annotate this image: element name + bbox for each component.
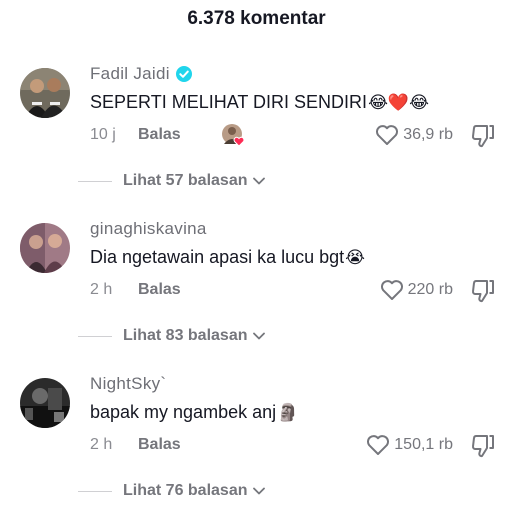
reply-button[interactable]: Balas [138,281,181,299]
thumbs-down-icon[interactable] [470,433,496,459]
view-replies-button[interactable]: Lihat 76 balasan [78,482,265,500]
avatar[interactable] [20,223,70,273]
view-replies-button[interactable]: Lihat 83 balasan [78,327,265,345]
comment-text: Dia ngetawain apasi ka lucu bgt 😭 [90,247,365,268]
view-replies-button[interactable]: Lihat 57 balasan [78,172,265,190]
username[interactable]: ginaghiskavina [90,219,207,239]
comment-item: NightSky` bapak my ngambek anj 🗿 2 h Bala… [0,374,513,529]
like-button[interactable]: 150,1 rb [366,434,453,456]
view-replies-label: Lihat 76 balasan [123,482,248,499]
comment-meta: 2 h Balas [90,281,181,299]
comment-meta: 10 j Balas [90,126,181,144]
comments-count-title: 6.378 komentar [187,8,326,29]
chevron-down-icon [252,487,265,495]
emoji: 😂❤️😂 [368,93,429,112]
view-replies-label: Lihat 57 balasan [123,172,248,189]
verified-badge-icon [175,66,192,82]
like-count: 36,9 rb [403,126,453,143]
comment-text: bapak my ngambek anj 🗿 [90,402,298,423]
reply-button[interactable]: Balas [138,126,181,144]
heart-outline-icon [367,435,390,455]
divider [78,180,112,182]
like-button[interactable]: 220 rb [380,279,453,301]
username-text: NightSky` [90,374,167,393]
timestamp: 10 j [90,126,116,143]
comment-meta: 2 h Balas [90,436,181,454]
view-replies-label: Lihat 83 balasan [123,327,248,344]
avatar[interactable] [20,68,70,118]
heart-outline-icon [376,125,399,145]
chevron-down-icon [252,332,265,340]
emoji: 😭 [345,248,366,267]
username[interactable]: Fadil Jaidi [90,64,192,84]
comment-item: ginaghiskavina Dia ngetawain apasi ka lu… [0,219,513,374]
heart-outline-icon [380,280,403,300]
emoji: 🗿 [277,403,299,422]
username-text: Fadil Jaidi [90,64,170,83]
comment-body: bapak my ngambek anj [90,402,277,422]
timestamp: 2 h [90,281,113,298]
comment-text: SEPERTI MELIHAT DIRI SENDIRI 😂❤️😂 [90,92,429,113]
creator-liked-icon [220,122,248,148]
reply-button[interactable]: Balas [138,436,181,454]
comment-body: Dia ngetawain apasi ka lucu bgt [90,247,345,267]
thumbs-down-icon[interactable] [470,278,496,304]
like-count: 150,1 rb [394,436,453,453]
avatar[interactable] [20,378,70,428]
comment-body: SEPERTI MELIHAT DIRI SENDIRI [90,92,368,112]
comment-item: Fadil Jaidi SEPERTI MELIHAT DIRI SENDIRI… [0,64,513,219]
divider [78,335,112,337]
like-button[interactable]: 36,9 rb [375,124,453,146]
thumbs-down-icon[interactable] [470,123,496,149]
like-count: 220 rb [407,281,453,298]
username[interactable]: NightSky` [90,374,166,394]
chevron-down-icon [252,177,265,185]
timestamp: 2 h [90,436,113,453]
divider [78,490,112,492]
username-text: ginaghiskavina [90,219,207,238]
